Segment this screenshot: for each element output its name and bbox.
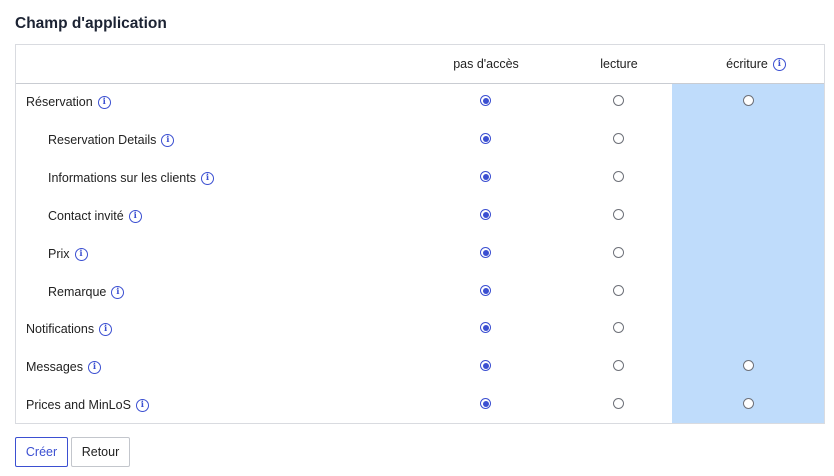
row-label: Notifications i: [26, 310, 113, 348]
radio-read[interactable]: [613, 247, 624, 258]
radio-read[interactable]: [613, 322, 624, 333]
scope-table: pas d'accès lecture écriture i Réservati…: [15, 44, 825, 424]
info-icon[interactable]: i: [74, 247, 88, 261]
info-icon[interactable]: i: [772, 57, 786, 71]
radio-write[interactable]: [743, 95, 754, 106]
info-icon[interactable]: i: [99, 322, 113, 336]
row-label: Contact invité i: [48, 197, 142, 235]
table-row: Prix i: [16, 235, 824, 273]
permission-scope-page: Champ d'application pas d'accès lecture …: [0, 0, 834, 476]
radio-read[interactable]: [613, 171, 624, 182]
info-icon[interactable]: i: [135, 398, 149, 412]
table-row: Reservation Details i: [16, 121, 824, 159]
column-header-no-access: pas d'accès: [426, 45, 546, 83]
back-button[interactable]: Retour: [71, 437, 130, 467]
row-label-text: Remarque: [48, 285, 107, 299]
row-label: Prices and MinLoS i: [26, 386, 149, 424]
info-icon[interactable]: i: [200, 171, 214, 185]
info-icon[interactable]: i: [97, 95, 111, 109]
info-icon[interactable]: i: [161, 133, 175, 147]
row-label-text: Contact invité: [48, 209, 124, 223]
row-label: Remarque i: [48, 273, 125, 311]
info-icon[interactable]: i: [128, 209, 142, 223]
table-row: Messages i: [16, 348, 824, 386]
radio-read[interactable]: [613, 209, 624, 220]
column-header-write-label: écriture: [726, 57, 768, 71]
row-label: Messages i: [26, 348, 101, 386]
radio-read[interactable]: [613, 398, 624, 409]
column-header-write: écriture i: [688, 45, 824, 83]
table-row: Informations sur les clients i: [16, 159, 824, 197]
table-row: Notifications i: [16, 310, 824, 348]
create-button[interactable]: Créer: [15, 437, 68, 467]
info-icon[interactable]: i: [87, 360, 101, 374]
column-header-no-access-label: pas d'accès: [453, 57, 519, 71]
radio-no-access[interactable]: [480, 247, 491, 258]
row-label-text: Reservation Details: [48, 133, 157, 147]
radio-no-access[interactable]: [480, 322, 491, 333]
row-label-text: Prices and MinLoS: [26, 398, 131, 412]
table-row: Contact invité i: [16, 197, 824, 235]
radio-no-access[interactable]: [480, 398, 491, 409]
row-label: Réservation i: [26, 83, 111, 121]
row-label: Informations sur les clients i: [48, 159, 214, 197]
radio-no-access[interactable]: [480, 285, 491, 296]
table-row: Réservation i: [16, 83, 824, 121]
radio-no-access[interactable]: [480, 209, 491, 220]
row-label: Prix i: [48, 235, 88, 273]
radio-no-access[interactable]: [480, 360, 491, 371]
table-row: Prices and MinLoS i: [16, 386, 824, 424]
radio-no-access[interactable]: [480, 95, 491, 106]
radio-read[interactable]: [613, 133, 624, 144]
column-header-read-label: lecture: [600, 57, 638, 71]
radio-no-access[interactable]: [480, 133, 491, 144]
radio-no-access[interactable]: [480, 171, 491, 182]
radio-read[interactable]: [613, 95, 624, 106]
table-header: pas d'accès lecture écriture i: [16, 45, 824, 84]
row-label-text: Informations sur les clients: [48, 171, 196, 185]
row-label-text: Réservation: [26, 95, 93, 109]
row-label-text: Messages: [26, 360, 83, 374]
table-row: Remarque i: [16, 273, 824, 311]
radio-write[interactable]: [743, 360, 754, 371]
section-title: Champ d'application: [15, 15, 167, 32]
info-icon[interactable]: i: [111, 285, 125, 299]
radio-read[interactable]: [613, 285, 624, 296]
radio-read[interactable]: [613, 360, 624, 371]
row-label-text: Notifications: [26, 322, 95, 336]
row-label: Reservation Details i: [48, 121, 175, 159]
radio-write[interactable]: [743, 398, 754, 409]
row-label-text: Prix: [48, 247, 70, 261]
column-header-read: lecture: [559, 45, 679, 83]
